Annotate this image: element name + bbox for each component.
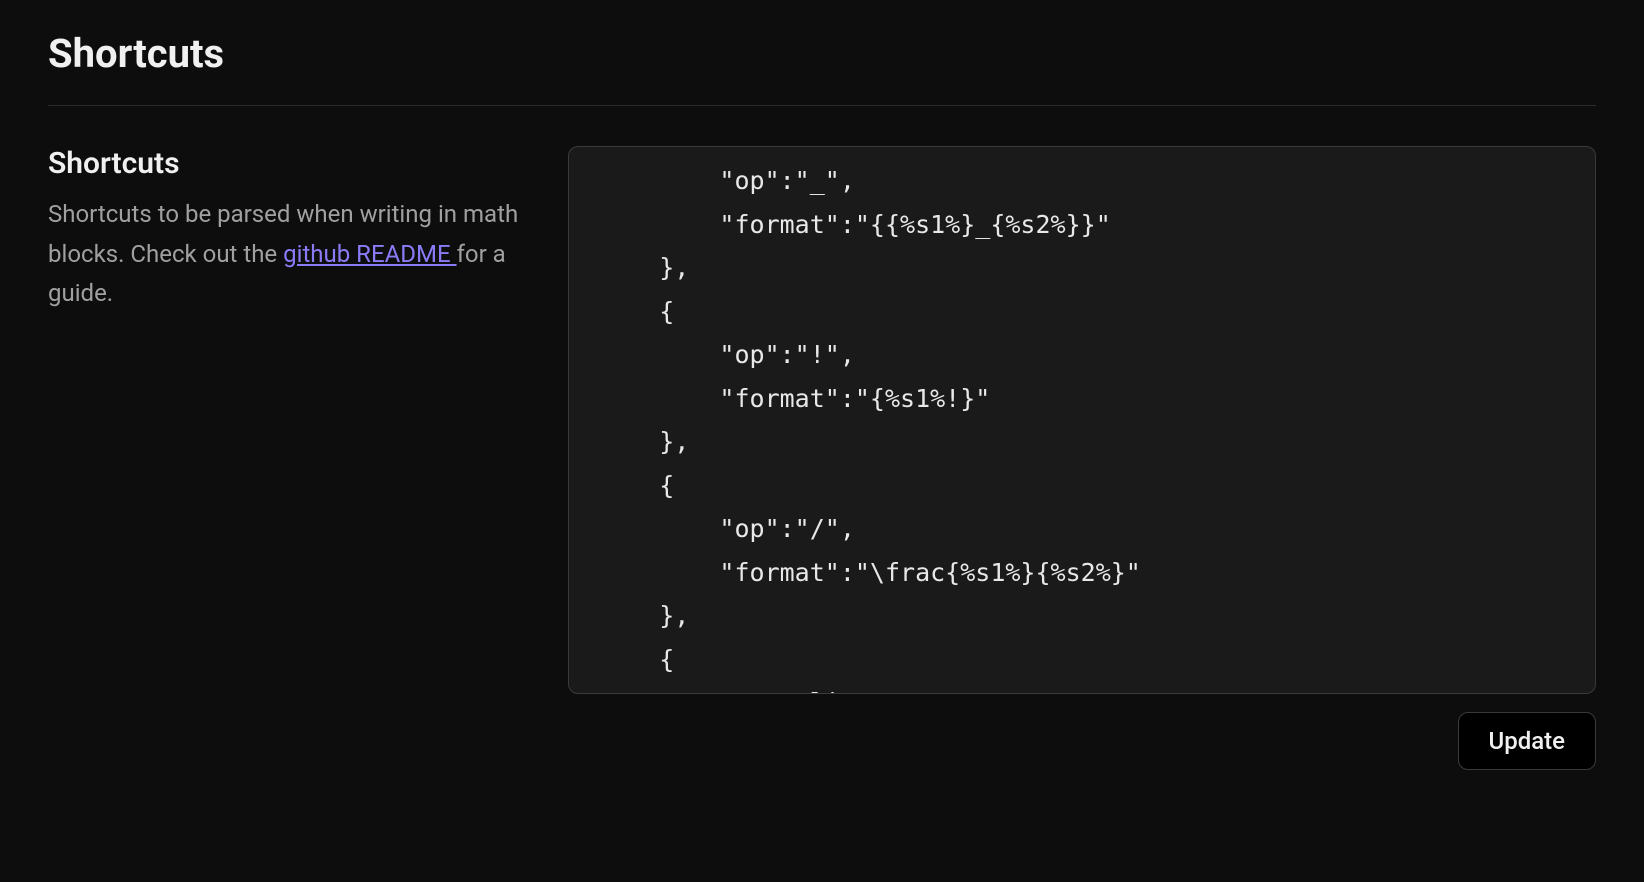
right-pane: Update bbox=[568, 146, 1596, 770]
section-heading: Shortcuts bbox=[48, 146, 528, 181]
divider bbox=[48, 105, 1596, 106]
left-pane: Shortcuts Shortcuts to be parsed when wr… bbox=[48, 146, 528, 770]
shortcuts-code-editor[interactable] bbox=[568, 146, 1596, 694]
section-description: Shortcuts to be parsed when writing in m… bbox=[48, 195, 528, 314]
page-title: Shortcuts bbox=[48, 30, 1596, 77]
github-readme-link[interactable]: github README bbox=[283, 240, 456, 268]
update-button[interactable]: Update bbox=[1458, 712, 1597, 770]
